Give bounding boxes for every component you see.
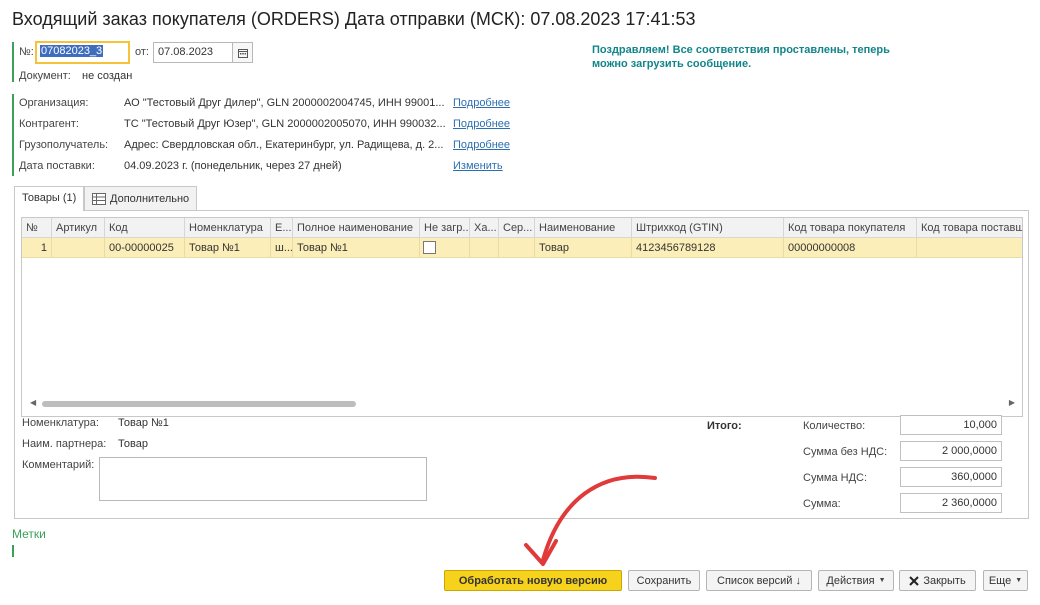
- quantity-value: 10,000: [900, 415, 1002, 435]
- column-header-number[interactable]: №: [22, 218, 52, 238]
- scrollbar-thumb[interactable]: [42, 401, 356, 407]
- sum-without-vat-value: 2 000,0000: [900, 441, 1002, 461]
- versions-list-button[interactable]: Список версий ↓: [706, 570, 812, 591]
- more-button[interactable]: Еще ▼: [983, 570, 1028, 591]
- vat-sum-value: 360,0000: [900, 467, 1002, 487]
- number-label: №:: [19, 46, 34, 58]
- cell-name: Товар: [535, 238, 632, 258]
- comment-textarea[interactable]: [99, 457, 427, 501]
- total-sum-value: 2 360,0000: [900, 493, 1002, 513]
- column-header-characteristic[interactable]: Ха...: [470, 218, 499, 238]
- comment-label: Комментарий:: [22, 459, 95, 471]
- column-header-name[interactable]: Наименование: [535, 218, 632, 238]
- close-button[interactable]: Закрыть: [899, 570, 976, 591]
- tab-additional[interactable]: Дополнительно: [84, 186, 198, 210]
- nomenclature-value: Товар №1: [118, 417, 169, 429]
- cell-number: 1: [22, 238, 52, 258]
- column-header-barcode[interactable]: Штрихкод (GTIN): [632, 218, 784, 238]
- more-label: Еще: [988, 574, 1012, 587]
- date-label: от:: [135, 46, 149, 58]
- success-message: Поздравляем! Все соответствия проставлен…: [592, 44, 890, 70]
- scroll-right-icon[interactable]: ▶: [1009, 398, 1015, 407]
- save-button[interactable]: Сохранить: [628, 570, 700, 591]
- consignee-details-link[interactable]: Подробнее: [453, 139, 510, 151]
- column-header-nomenclature[interactable]: Номенклатура: [185, 218, 271, 238]
- column-header-code[interactable]: Код: [105, 218, 185, 238]
- calendar-icon: [237, 48, 248, 58]
- process-new-version-button[interactable]: Обработать новую версию: [444, 570, 622, 591]
- actions-label: Действия: [826, 574, 875, 587]
- close-icon: [909, 575, 920, 586]
- tab-goods[interactable]: Товары (1): [14, 186, 85, 211]
- organization-label: Организация:: [19, 97, 89, 109]
- delivery-date-label: Дата поставки:: [19, 160, 95, 172]
- cell-article: [52, 238, 105, 258]
- labels-section-title[interactable]: Метки: [12, 527, 46, 541]
- cell-unit: ш...: [271, 238, 293, 258]
- partner-label: Наим. партнера:: [22, 438, 107, 450]
- totals-title: Итого:: [707, 420, 742, 432]
- sum-without-vat-label: Сумма без НДС:: [803, 446, 888, 458]
- organization-details-link[interactable]: Подробнее: [453, 97, 510, 109]
- labels-indicator: [12, 545, 14, 557]
- required-indicator: [12, 42, 14, 82]
- cell-characteristic: [470, 238, 499, 258]
- cell-full-name: Товар №1: [293, 238, 420, 258]
- table-icon: [92, 192, 106, 205]
- table-header: № Артикул Код Номенклатура Е... Полное н…: [22, 218, 1022, 238]
- column-header-supplier-code[interactable]: Код товара поставщ: [917, 218, 1022, 238]
- counterparty-value: ТС "Тестовый Друг Юзер", GLN 20000020050…: [124, 118, 446, 130]
- scroll-left-icon[interactable]: ◀: [30, 398, 36, 407]
- calendar-button[interactable]: [233, 42, 253, 63]
- page-title: Входящий заказ покупателя (ORDERS) Дата …: [12, 9, 696, 29]
- column-header-article[interactable]: Артикул: [52, 218, 105, 238]
- document-value: не создан: [82, 70, 133, 82]
- nomenclature-label: Номенклатура:: [22, 417, 99, 429]
- column-header-not-loaded[interactable]: Не загр...: [420, 218, 470, 238]
- cell-series: [499, 238, 535, 258]
- column-header-series[interactable]: Сер...: [499, 218, 535, 238]
- cell-not-loaded: [420, 238, 470, 258]
- column-header-unit[interactable]: Е...: [271, 218, 293, 238]
- vat-sum-label: Сумма НДС:: [803, 472, 868, 484]
- tab-additional-label: Дополнительно: [110, 192, 190, 205]
- cell-code: 00-00000025: [105, 238, 185, 258]
- consignee-label: Грузополучатель:: [19, 139, 109, 151]
- goods-table[interactable]: № Артикул Код Номенклатура Е... Полное н…: [21, 217, 1023, 417]
- cell-supplier-code: [917, 238, 1022, 258]
- goods-panel: № Артикул Код Номенклатура Е... Полное н…: [14, 210, 1029, 519]
- counterparty-label: Контрагент:: [19, 118, 79, 130]
- date-input[interactable]: 07.08.2023: [153, 42, 233, 63]
- not-loaded-checkbox[interactable]: [423, 241, 436, 254]
- partner-value: Товар: [118, 438, 148, 450]
- more-dropdown-arrow-icon: ▼: [1015, 577, 1023, 584]
- details-indicator: [12, 94, 14, 176]
- cell-nomenclature: Товар №1: [185, 238, 271, 258]
- consignee-value: Адрес: Свердловская обл., Екатеринбург, …: [124, 139, 444, 151]
- cell-barcode: 4123456789128: [632, 238, 784, 258]
- table-row[interactable]: 1 00-00000025 Товар №1 ш... Товар №1 Тов…: [22, 238, 1022, 258]
- column-header-buyer-code[interactable]: Код товара покупателя: [784, 218, 917, 238]
- close-label: Закрыть: [923, 574, 966, 587]
- number-input[interactable]: 07082023_3: [35, 41, 130, 64]
- horizontal-scrollbar[interactable]: ◀ ▶: [30, 398, 1015, 407]
- document-label: Документ:: [19, 70, 71, 82]
- actions-button[interactable]: Действия ▼: [818, 570, 894, 591]
- delivery-date-change-link[interactable]: Изменить: [453, 160, 503, 172]
- organization-value: АО "Тестовый Друг Дилер", GLN 2000002004…: [124, 97, 445, 109]
- counterparty-details-link[interactable]: Подробнее: [453, 118, 510, 130]
- quantity-label: Количество:: [803, 420, 866, 432]
- cell-buyer-code: 00000000008: [784, 238, 917, 258]
- delivery-date-value: 04.09.2023 г. (понедельник, через 27 дне…: [124, 160, 342, 172]
- total-sum-label: Сумма:: [803, 498, 841, 510]
- dropdown-arrow-icon: ▼: [878, 577, 886, 584]
- number-value: 07082023_3: [40, 45, 104, 57]
- column-header-full-name[interactable]: Полное наименование: [293, 218, 420, 238]
